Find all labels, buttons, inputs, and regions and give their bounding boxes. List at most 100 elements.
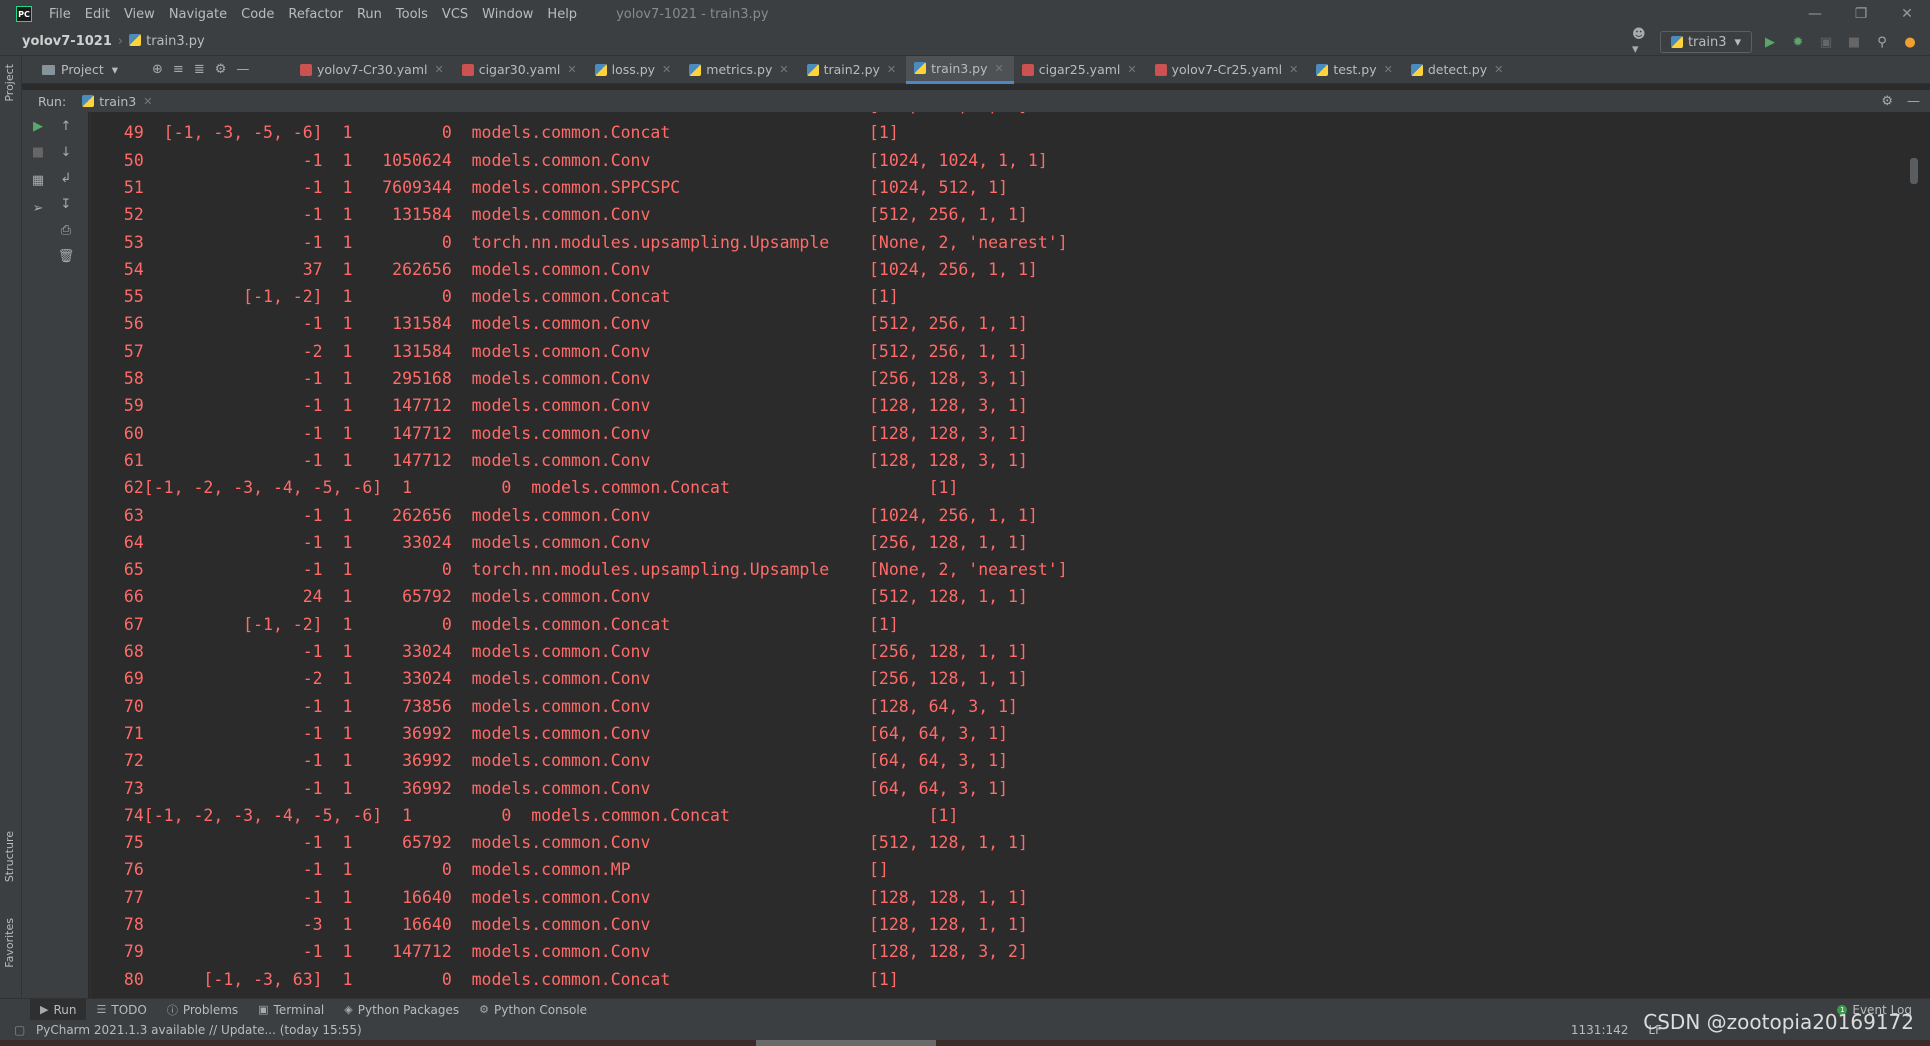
menu-run[interactable]: Run	[350, 7, 389, 22]
hide-icon[interactable]: —	[1907, 94, 1920, 109]
left-tool-stripe: Project Structure Favorites	[0, 56, 22, 1010]
gear-icon[interactable]: ⚙	[1881, 94, 1893, 109]
close-icon[interactable]: ✕	[1384, 63, 1393, 76]
expand-all-icon[interactable]: ≡	[173, 62, 184, 77]
close-icon[interactable]: ✕	[1127, 63, 1136, 76]
print-icon[interactable]: ⎙	[56, 220, 76, 240]
yaml-file-icon	[300, 63, 312, 76]
soft-wrap-icon[interactable]: ↲	[56, 168, 76, 188]
menu-file[interactable]: File	[42, 7, 78, 22]
locate-icon[interactable]: ⊕	[152, 62, 163, 77]
tab-train3-py[interactable]: train3.py ✕	[906, 55, 1014, 84]
debug-icon[interactable]: ✹	[1788, 32, 1808, 52]
run-config-label: train3	[1687, 34, 1727, 50]
console-line: 58 -1 1 295168 models.common.Conv [256, …	[114, 369, 1028, 388]
tab-test-py[interactable]: test.py ✕	[1308, 56, 1403, 84]
close-icon[interactable]: ✕	[995, 62, 1004, 75]
bottom-tab-todo[interactable]: ☰ TODO	[86, 999, 156, 1021]
tab-cigar25-yaml[interactable]: cigar25.yaml ✕	[1014, 56, 1147, 84]
layers-icon: ◈	[344, 1003, 353, 1016]
arrow-up-icon[interactable]: ↑	[56, 116, 76, 136]
bottom-tab-python-packages[interactable]: ◈ Python Packages	[334, 999, 469, 1021]
favorites-tool-button[interactable]: Favorites	[3, 918, 16, 968]
menu-tools[interactable]: Tools	[389, 7, 435, 22]
close-icon[interactable]: ✕	[779, 63, 788, 76]
console-line: 59 -1 1 147712 models.common.Conv [128, …	[114, 396, 1028, 416]
console-scrollbar[interactable]	[1910, 158, 1918, 184]
yaml-file-icon	[1154, 63, 1167, 76]
console-line: 56 -1 1 131584 models.common.Conv [512, …	[114, 314, 1028, 334]
status-message[interactable]: PyCharm 2021.1.3 available // Update... …	[36, 1023, 362, 1037]
python-file-icon	[129, 34, 142, 46]
menu-refactor[interactable]: Refactor	[281, 7, 350, 22]
trash-icon[interactable]: 🗑	[56, 246, 76, 266]
breadcrumb-project[interactable]: yolov7-1021	[22, 34, 112, 49]
stop-icon[interactable]: ■	[1844, 32, 1864, 52]
menu-view[interactable]: View	[117, 7, 162, 22]
console-line: 49 [-1, -3, -5, -6] 1 0 models.common.Co…	[114, 123, 899, 143]
pin-icon[interactable]: ➢	[28, 198, 48, 218]
terminal-icon: ▣	[258, 1003, 269, 1016]
layout-icon[interactable]: ▦	[28, 170, 48, 190]
menu-window[interactable]: Window	[475, 7, 540, 22]
python-file-icon	[689, 63, 702, 76]
bottom-tab-python-console[interactable]: ⚙ Python Console	[469, 999, 597, 1021]
console-line: 50 -1 1 1050624 models.common.Conv [1024…	[114, 150, 1048, 170]
structure-tool-button[interactable]: Structure	[3, 831, 16, 882]
tab-cigar30-yaml[interactable]: cigar30.yaml ✕	[454, 56, 587, 84]
scroll-to-end-icon[interactable]: ↧	[56, 194, 76, 214]
menu-vcs[interactable]: VCS	[435, 7, 475, 22]
close-icon[interactable]: ✕	[887, 63, 896, 76]
console-line: 74[-1, -2, -3, -4, -5, -6] 1 0 models.co…	[114, 805, 959, 825]
close-icon[interactable]: ✕	[1289, 63, 1298, 76]
collapse-all-icon[interactable]: ≣	[194, 62, 205, 77]
tab-detect-py[interactable]: detect.py ✕	[1403, 56, 1514, 84]
restore-icon[interactable]: ❐	[1838, 0, 1884, 28]
project-tool-button[interactable]: Project	[3, 64, 16, 102]
tab-train2-py[interactable]: train2.py ✕	[799, 56, 907, 84]
search-icon[interactable]: ⚲	[1872, 32, 1892, 52]
console-line: 52 -1 1 131584 models.common.Conv [512, …	[114, 205, 1028, 225]
bottom-tab-problems[interactable]: ⓘ Problems	[157, 999, 248, 1021]
tab-loss-py[interactable]: loss.py ✕	[587, 56, 682, 84]
arrow-down-icon[interactable]: ↓	[56, 142, 76, 162]
menu-code[interactable]: Code	[234, 7, 281, 22]
caret-position[interactable]: 1131:142	[1571, 1023, 1629, 1037]
bottom-strip-accent	[756, 1040, 936, 1046]
gear-icon[interactable]: ⚙	[215, 62, 227, 77]
user-icon[interactable]: ☻▾	[1632, 27, 1652, 57]
tab-yolov7-cr30-yaml[interactable]: yolov7-Cr30.yaml ✕	[292, 56, 454, 84]
project-view-label: Project	[61, 62, 104, 77]
yaml-file-icon	[461, 63, 474, 76]
update-icon[interactable]: ●	[1900, 32, 1920, 52]
breadcrumb-file[interactable]: train3.py	[129, 34, 205, 49]
run-tab-train3[interactable]: train3 ✕	[76, 94, 158, 109]
console-line: 55 [-1, -2] 1 0 models.common.Concat [1]	[114, 287, 899, 307]
bottom-tab-terminal[interactable]: ▣ Terminal	[248, 999, 334, 1021]
close-icon[interactable]: ✕	[143, 95, 152, 108]
stop-icon[interactable]: ■	[28, 142, 48, 162]
tab-metrics-py[interactable]: metrics.py ✕	[681, 56, 798, 84]
close-window-icon[interactable]: ✕	[1884, 0, 1930, 28]
tab-yolov7-cr25-yaml[interactable]: yolov7-Cr25.yaml ✕	[1147, 56, 1309, 84]
project-view-dropdown[interactable]: Project ▾	[22, 62, 152, 77]
close-icon[interactable]: ✕	[1494, 63, 1503, 76]
coverage-icon[interactable]: ▣	[1816, 32, 1836, 52]
menu-help[interactable]: Help	[540, 7, 584, 22]
csdn-watermark: CSDN @zootopia20169172	[1643, 1010, 1914, 1034]
console-output[interactable]: 48 -1 1 590336 models.common.Conv [256, …	[90, 112, 1918, 998]
close-icon[interactable]: ✕	[567, 63, 576, 76]
breadcrumb-separator: ›	[117, 34, 124, 49]
rerun-icon[interactable]: ▶	[28, 116, 48, 136]
run-icon[interactable]: ▶	[1760, 32, 1780, 52]
run-config-select[interactable]: train3 ▾	[1659, 31, 1752, 53]
hide-icon[interactable]: —	[236, 62, 249, 77]
menu-edit[interactable]: Edit	[78, 7, 117, 22]
close-icon[interactable]: ✕	[662, 63, 671, 76]
info-icon: ⓘ	[166, 1003, 178, 1017]
menu-navigate[interactable]: Navigate	[162, 7, 234, 22]
bottom-tab-run[interactable]: ▶ Run	[30, 998, 87, 1021]
close-icon[interactable]: ✕	[434, 63, 443, 76]
minimize-icon[interactable]: —	[1792, 0, 1838, 28]
status-toggle-icon[interactable]: ▢	[14, 1023, 25, 1037]
